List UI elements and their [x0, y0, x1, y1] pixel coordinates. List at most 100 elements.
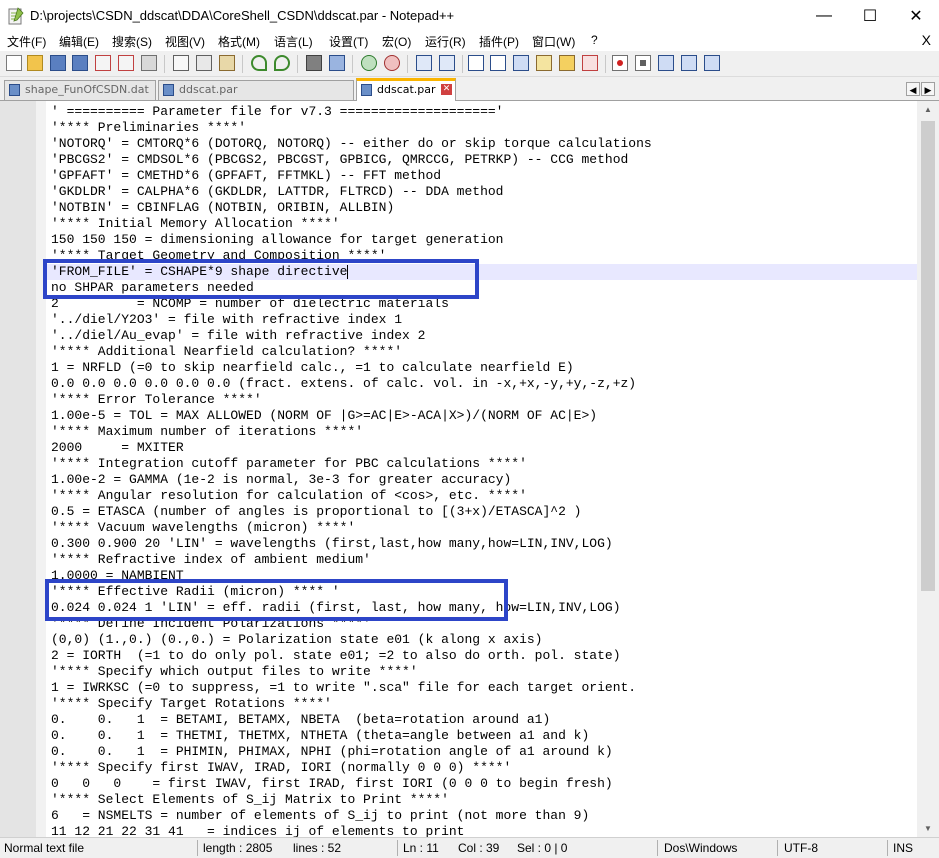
word-wrap-icon[interactable]	[468, 55, 484, 71]
line-text[interactable]: 'NOTORQ' = CMTORQ*6 (DOTORQ, NOTORQ) -- …	[51, 136, 652, 152]
copy-icon[interactable]	[196, 55, 212, 71]
menu-search[interactable]: 搜索(S)	[112, 33, 152, 50]
editor-line[interactable]: 390. 0. 1 = BETAMI, BETAMX, NBETA (beta=…	[47, 712, 917, 728]
line-text[interactable]: '**** Maximum number of iterations ****'	[51, 424, 363, 440]
line-text[interactable]: 0.5 = ETASCA (number of angles is propor…	[51, 504, 582, 520]
line-text[interactable]: 6 = NSMELTS = number of elements of S_ij…	[51, 808, 589, 824]
vertical-scrollbar[interactable]: ▲ ▼	[917, 101, 939, 837]
language-icon[interactable]	[536, 55, 552, 71]
line-text[interactable]: 'GKDLDR' = CALPHA*6 (GKDLDR, LATTDR, FLT…	[51, 184, 503, 200]
find-icon[interactable]	[306, 55, 322, 71]
line-text[interactable]: ' ========== Parameter file for v7.3 ===…	[51, 104, 503, 120]
undo-icon[interactable]	[251, 55, 267, 71]
line-text[interactable]: '**** Specify Target Rotations ****'	[51, 696, 332, 712]
editor-line[interactable]: 410. 0. 1 = PHIMIN, PHIMAX, NPHI (phi=ro…	[47, 744, 917, 760]
paste-icon[interactable]	[219, 55, 235, 71]
line-text[interactable]: 'NOTBIN' = CBINFLAG (NOTBIN, ORIBIN, ALL…	[51, 200, 394, 216]
line-text[interactable]: 'GPFAFT' = CMETHD*6 (GPFAFT, FFTMKL) -- …	[51, 168, 441, 184]
editor-line[interactable]: 132 = NCOMP = number of dielectric mater…	[47, 296, 917, 312]
line-text[interactable]: 1 = NRFLD (=0 to skip nearfield calc., =…	[51, 360, 574, 376]
save-all-icon[interactable]	[72, 55, 88, 71]
editor-line[interactable]: 171 = NRFLD (=0 to skip nearfield calc.,…	[47, 360, 917, 376]
menu-file[interactable]: 文件(F)	[7, 33, 46, 50]
line-text[interactable]: '**** Effective Radii (micron) **** '	[51, 584, 340, 600]
doc-map-icon[interactable]	[559, 55, 575, 71]
save-macro-icon[interactable]	[704, 55, 720, 71]
redo-icon[interactable]	[274, 55, 290, 71]
editor-line[interactable]: 5'GPFAFT' = CMETHD*6 (GPFAFT, FFTMKL) --…	[47, 168, 917, 184]
open-file-icon[interactable]	[27, 55, 43, 71]
sync-horizontal-icon[interactable]	[439, 55, 455, 71]
stop-macro-icon[interactable]	[635, 55, 651, 71]
editor-line[interactable]: 27'**** Vacuum wavelengths (micron) ****…	[47, 520, 917, 536]
editor-line[interactable]: 36'**** Specify which output files to wr…	[47, 664, 917, 680]
line-text[interactable]: 1.00e-5 = TOL = MAX ALLOWED (NORM OF |G>…	[51, 408, 597, 424]
line-text[interactable]: '**** Specify which output files to writ…	[51, 664, 418, 680]
tab-scroll-right-icon[interactable]: ▶	[921, 82, 935, 96]
editor-line[interactable]: 201.00e-5 = TOL = MAX ALLOWED (NORM OF |…	[47, 408, 917, 424]
print-icon[interactable]	[141, 55, 157, 71]
editor-line[interactable]: 352 = IORTH (=1 to do only pol. state e0…	[47, 648, 917, 664]
editor-line[interactable]: 21'**** Maximum number of iterations ***…	[47, 424, 917, 440]
tab-ddscat-par-active[interactable]: ddscat.par ✕	[356, 78, 456, 101]
editor-line[interactable]: 400. 0. 1 = THETMI, THETMX, NTHETA (thet…	[47, 728, 917, 744]
status-encoding[interactable]: UTF-8	[784, 841, 818, 855]
line-text[interactable]: 0.300 0.900 20 'LIN' = wavelengths (firs…	[51, 536, 613, 552]
line-text[interactable]: '**** Target Geometry and Composition **…	[51, 248, 386, 264]
line-text[interactable]: 'PBCGS2' = CMDSOL*6 (PBCGS2, PBCGST, GPB…	[51, 152, 628, 168]
record-macro-icon[interactable]	[612, 55, 628, 71]
editor-line[interactable]: 7'NOTBIN' = CBINFLAG (NOTBIN, ORIBIN, AL…	[47, 200, 917, 216]
line-text[interactable]: '../diel/Y2O3' = file with refractive in…	[51, 312, 402, 328]
maximize-button[interactable]: ☐	[847, 0, 893, 32]
line-text[interactable]: 1.00e-2 = GAMMA (1e-2 is normal, 3e-3 fo…	[51, 472, 511, 488]
zoom-out-icon[interactable]	[384, 55, 400, 71]
line-text[interactable]: 0. 0. 1 = BETAMI, BETAMX, NBETA (beta=ro…	[51, 712, 550, 728]
tab-scroll-left-icon[interactable]: ◀	[906, 82, 920, 96]
editor-line[interactable]: 2'**** Preliminaries ****'	[47, 120, 917, 136]
editor-line[interactable]: 320.024 0.024 1 'LIN' = eff. radii (firs…	[47, 600, 917, 616]
editor-line[interactable]: 3'NOTORQ' = CMTORQ*6 (DOTORQ, NOTORQ) --…	[47, 136, 917, 152]
close-all-icon[interactable]	[118, 55, 134, 71]
tab-shape-funofcsdn[interactable]: shape_FunOfCSDN.dat	[4, 80, 156, 100]
function-list-icon[interactable]	[582, 55, 598, 71]
editor-line[interactable]: 29'**** Refractive index of ambient medi…	[47, 552, 917, 568]
line-text[interactable]: (0,0) (1.,0.) (0.,0.) = Polarization sta…	[51, 632, 542, 648]
line-text[interactable]: 2 = NCOMP = number of dielectric materia…	[51, 296, 449, 312]
line-text[interactable]: 150 150 150 = dimensioning allowance for…	[51, 232, 503, 248]
menu-macro[interactable]: 宏(O)	[382, 33, 411, 50]
editor-line[interactable]: 11'FROM_FILE' = CSHAPE*9 shape directive	[47, 264, 917, 280]
editor-line[interactable]: 4611 12 21 22 31 41 = indices ij of elem…	[47, 824, 917, 837]
menu-window[interactable]: 窗口(W)	[532, 33, 575, 50]
replace-icon[interactable]	[329, 55, 345, 71]
scroll-up-icon[interactable]: ▲	[917, 101, 939, 118]
line-text[interactable]: 2 = IORTH (=1 to do only pol. state e01;…	[51, 648, 621, 664]
menu-edit[interactable]: 编辑(E)	[59, 33, 99, 50]
editor-line[interactable]: 23'**** Integration cutoff parameter for…	[47, 456, 917, 472]
line-text[interactable]: 2000 = MXITER	[51, 440, 184, 456]
editor-line[interactable]: 280.300 0.900 20 'LIN' = wavelengths (fi…	[47, 536, 917, 552]
menu-settings[interactable]: 设置(T)	[329, 33, 368, 50]
editor-line[interactable]: 31'**** Effective Radii (micron) **** '	[47, 584, 917, 600]
cut-icon[interactable]	[173, 55, 189, 71]
scroll-down-icon[interactable]: ▼	[917, 820, 939, 837]
menu-format[interactable]: 格式(M)	[218, 33, 260, 50]
editor-line[interactable]: 241.00e-2 = GAMMA (1e-2 is normal, 3e-3 …	[47, 472, 917, 488]
editor-line[interactable]: 10'**** Target Geometry and Composition …	[47, 248, 917, 264]
text-editor[interactable]: 1' ========== Parameter file for v7.3 ==…	[0, 101, 939, 837]
editor-line[interactable]: 430 0 0 = first IWAV, first IRAD, first …	[47, 776, 917, 792]
editor-line[interactable]: 38'**** Specify Target Rotations ****'	[47, 696, 917, 712]
menu-plugins[interactable]: 插件(P)	[479, 33, 519, 50]
zoom-in-icon[interactable]	[361, 55, 377, 71]
save-icon[interactable]	[50, 55, 66, 71]
line-text[interactable]: 0.0 0.0 0.0 0.0 0.0 0.0 (fract. extens. …	[51, 376, 636, 392]
close-window-button[interactable]: ✕	[893, 0, 939, 32]
line-text[interactable]: 1.0000 = NAMBIENT	[51, 568, 184, 584]
editor-line[interactable]: 301.0000 = NAMBIENT	[47, 568, 917, 584]
scrollbar-thumb[interactable]	[921, 121, 935, 591]
editor-line[interactable]: 33'**** Define Incident Polarizations **…	[47, 616, 917, 632]
line-text[interactable]: 11 12 21 22 31 41 = indices ij of elemen…	[51, 824, 464, 837]
status-eol[interactable]: Dos\Windows	[664, 841, 737, 855]
line-text[interactable]: '**** Define Incident Polarizations ****…	[51, 616, 371, 632]
editor-line[interactable]: 16'**** Additional Nearfield calculation…	[47, 344, 917, 360]
editor-line[interactable]: 9150 150 150 = dimensioning allowance fo…	[47, 232, 917, 248]
